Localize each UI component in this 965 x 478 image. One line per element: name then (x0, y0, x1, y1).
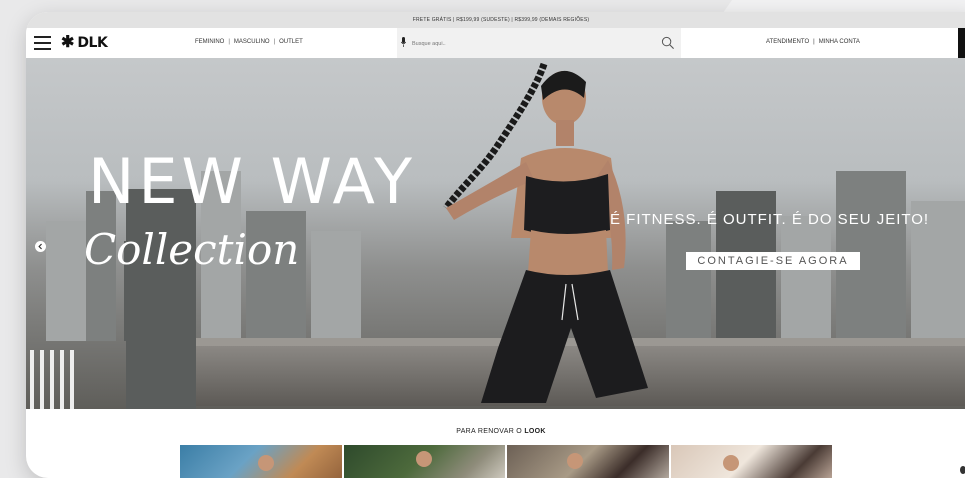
nav-separator: | (813, 39, 815, 45)
microphone-icon[interactable] (401, 37, 406, 48)
logo-text: DLK (77, 35, 108, 51)
nav-separator: | (228, 39, 230, 45)
section-title-prefix: PARA RENOVAR O (456, 428, 525, 435)
skyline-building (311, 231, 361, 341)
skyline-building (126, 189, 196, 409)
site-logo[interactable]: ✱ DLK (61, 34, 108, 52)
service-nav: ATENDIMENTO | MINHA CONTA (766, 39, 860, 45)
skyline-building (666, 221, 711, 341)
look-thumbnail[interactable] (507, 445, 669, 478)
search-bar (397, 28, 681, 58)
search-input[interactable] (410, 36, 654, 52)
browser-page-frame: FRETE GRÁTIS | R$199,99 (SUDESTE) | R$39… (26, 12, 965, 478)
section-title-bold: LOOK (524, 428, 546, 435)
look-thumbnail[interactable] (180, 445, 342, 478)
look-thumbnails (180, 445, 832, 478)
minha-conta-link[interactable]: MINHA CONTA (819, 39, 860, 45)
menu-icon[interactable] (34, 36, 51, 50)
nav-outlet[interactable]: OUTLET (279, 39, 303, 45)
logo-mark-icon: ✱ (61, 34, 75, 51)
nav-masculino[interactable]: MASCULINO (234, 39, 270, 45)
nav-feminino[interactable]: FEMININO (195, 39, 224, 45)
search-icon[interactable] (661, 36, 675, 50)
site-header: ✱ DLK FEMININO | MASCULINO | OUTLET ATEN… (26, 28, 965, 58)
model-image (443, 62, 648, 403)
hero-tagline: É FITNESS. É OUTFIT. É DO SEU JEITO! (610, 211, 930, 228)
shipping-text: FRETE GRÁTIS | R$199,99 (SUDESTE) | R$39… (412, 17, 590, 23)
shipping-banner: FRETE GRÁTIS | R$199,99 (SUDESTE) | R$39… (26, 12, 965, 28)
scroll-indicator (960, 466, 965, 474)
hero-banner[interactable]: NEW WAY Collection É FITNESS. É OUTFIT. … (26, 58, 965, 409)
look-thumbnail[interactable] (343, 445, 505, 478)
chevron-left-icon[interactable] (35, 241, 46, 252)
nav-separator: | (273, 39, 276, 45)
look-thumbnail[interactable] (670, 445, 832, 478)
skyline-building (46, 221, 86, 341)
hero-script-title: Collection (84, 225, 300, 274)
cta-button[interactable]: CONTAGIE-SE AGORA (686, 252, 860, 270)
category-nav: FEMININO | MASCULINO | OUTLET (195, 39, 303, 45)
rooftop-railing (26, 350, 86, 409)
hero-headline: NEW WAY (88, 145, 416, 218)
atendimento-link[interactable]: ATENDIMENTO (766, 39, 809, 45)
section-title: PARA RENOVAR O LOOK (26, 428, 965, 435)
cart-button[interactable] (958, 28, 965, 58)
skyline-building (781, 216, 831, 341)
